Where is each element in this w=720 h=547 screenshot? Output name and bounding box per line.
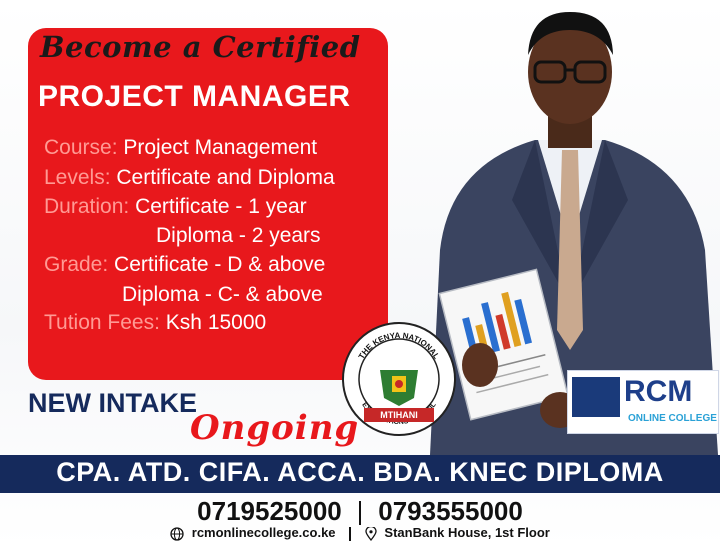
logo-emblem — [572, 377, 620, 417]
duration-value-certificate: Certificate - 1 year — [135, 195, 307, 218]
intake-status: Ongoing — [190, 408, 360, 448]
grade-label: Grade: — [44, 253, 109, 276]
course-value: Project Management — [123, 136, 318, 159]
fees-value: Ksh 15000 — [165, 311, 267, 334]
globe-icon — [170, 526, 184, 541]
courses-banner: CPA. ATD. CIFA. ACCA. BDA. KNEC DIPLOMA — [0, 455, 720, 493]
contact-divider — [349, 526, 352, 541]
headline-main: PROJECT MANAGER — [38, 80, 351, 113]
levels-row: Levels: Certificate and Diploma — [44, 166, 335, 190]
duration-label: Duration: — [44, 195, 130, 218]
grade-value-certificate: Certificate - D & above — [114, 253, 326, 276]
seal-banner-text: MTIHANI — [380, 410, 418, 420]
levels-value: Certificate and Diploma — [116, 166, 335, 189]
rcm-logo: RCM ONLINE COLLEGE — [567, 370, 719, 434]
logo-subtitle: ONLINE COLLEGE — [628, 413, 717, 424]
phone-divider — [359, 501, 361, 526]
phone-1: 0719525000 — [197, 496, 342, 526]
logo-word: RCM — [624, 375, 693, 408]
headline-script: Become a Certified — [40, 30, 361, 64]
levels-label: Levels: — [44, 166, 111, 189]
grade-row: Grade: Certificate - D & above — [44, 253, 325, 277]
phone-numbers: 0719525000 0793555000 — [0, 496, 720, 527]
course-label: Course: — [44, 136, 118, 159]
courses-text: CPA. ATD. CIFA. ACCA. BDA. KNEC DIPLOMA — [56, 457, 664, 487]
fees-label: Tution Fees: — [44, 311, 160, 334]
grade-value-diploma: Diploma - C- & above — [122, 283, 323, 306]
course-row: Course: Project Management — [44, 136, 317, 160]
new-intake-label: NEW INTAKE — [28, 388, 197, 418]
contact-line: rcmonlinecollege.co.ke StanBank House, 1… — [0, 525, 720, 541]
website-text: rcmonlinecollege.co.ke — [191, 525, 336, 540]
duration-row: Duration: Certificate - 1 year — [44, 195, 307, 219]
duration-value-diploma: Diploma - 2 years — [156, 224, 321, 247]
phone-2: 0793555000 — [378, 496, 523, 526]
location-pin-icon — [365, 526, 377, 541]
fees-row: Tution Fees: Ksh 15000 — [44, 311, 266, 335]
address-text: StanBank House, 1st Floor — [384, 525, 550, 540]
